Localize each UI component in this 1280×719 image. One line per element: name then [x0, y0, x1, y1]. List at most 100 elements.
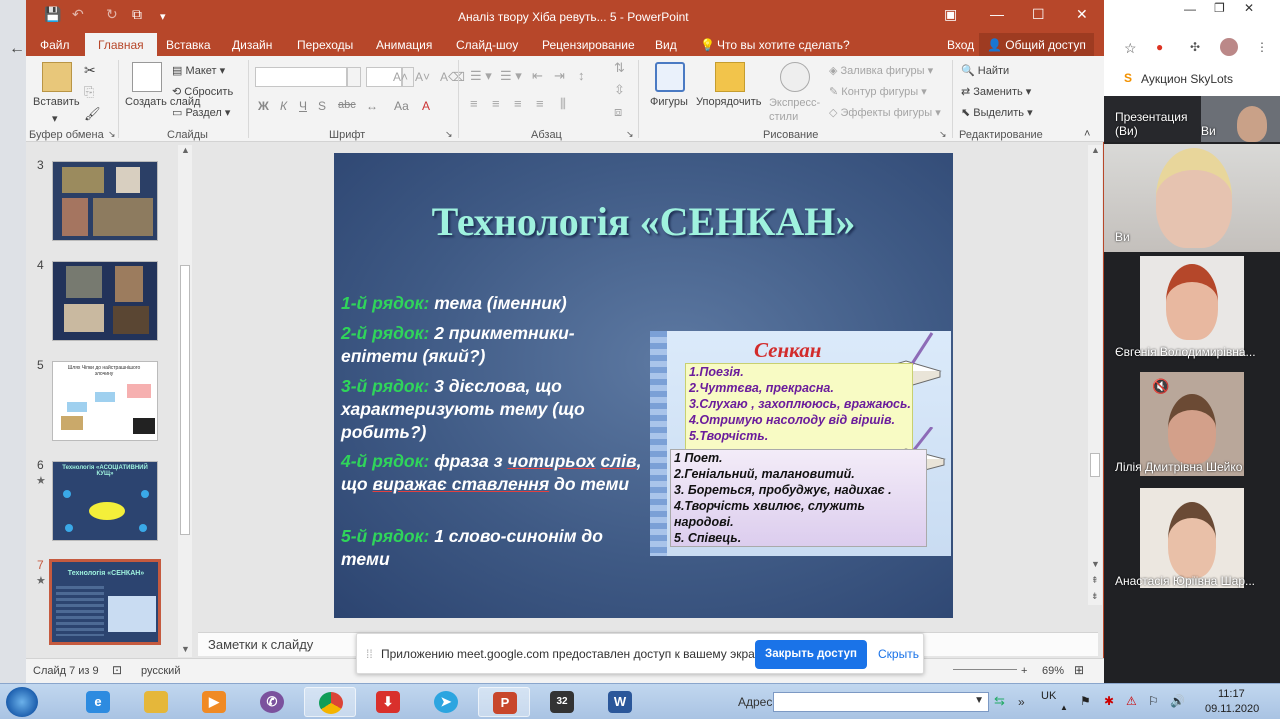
- shape-outline-button[interactable]: ✎ Контур фигуры ▾: [829, 85, 927, 98]
- quick-styles-icon[interactable]: [780, 62, 810, 92]
- line-spacing-icon[interactable]: ↕: [578, 68, 585, 83]
- change-case-button[interactable]: Аа: [394, 99, 409, 113]
- tab-slideshow[interactable]: Слайд-шоу: [456, 38, 518, 52]
- taskbar-download[interactable]: ⬇: [362, 687, 414, 717]
- scroll-up-icon[interactable]: ▲: [1091, 145, 1100, 155]
- increase-indent-icon[interactable]: ⇥: [554, 68, 565, 84]
- shadow-button[interactable]: S: [318, 99, 326, 113]
- grow-font-icon[interactable]: A˄: [393, 70, 408, 84]
- bold-button[interactable]: Ж: [258, 99, 269, 113]
- shapes-button[interactable]: Фигуры: [650, 96, 688, 108]
- taskbar-explorer[interactable]: [130, 687, 182, 717]
- next-slide-icon[interactable]: ⇟: [1091, 591, 1099, 602]
- zoom-level[interactable]: 69%: [1042, 665, 1064, 677]
- arrange-button[interactable]: Упорядочить: [696, 96, 761, 108]
- arrange-icon[interactable]: [715, 62, 745, 92]
- drawing-launcher-icon[interactable]: ↘: [939, 129, 947, 140]
- collapse-ribbon-icon[interactable]: ˄: [1084, 128, 1090, 140]
- layout-button[interactable]: ▤ Макет ▾: [172, 64, 225, 77]
- bullets-icon[interactable]: ☰ ▾: [470, 68, 492, 84]
- paste-button[interactable]: Вставить: [33, 96, 80, 108]
- scroll-up-icon[interactable]: ▲: [181, 145, 190, 155]
- format-painter-icon[interactable]: 🖌: [84, 106, 101, 122]
- bookmark-link[interactable]: Аукцион SkyLots: [1141, 72, 1233, 86]
- presentation-tile[interactable]: Презентация (Ви) Ви: [1104, 96, 1280, 142]
- new-slide-icon[interactable]: [132, 62, 162, 92]
- paste-dropdown-icon[interactable]: ▾: [52, 112, 58, 125]
- decrease-indent-icon[interactable]: ⇤: [532, 68, 543, 84]
- scroll-thumb[interactable]: [1090, 453, 1100, 477]
- numbering-icon[interactable]: ☰ ▾: [500, 68, 522, 84]
- taskbar-video-editor[interactable]: 32: [536, 687, 588, 717]
- show-hidden-icons-icon[interactable]: ▲: [1060, 703, 1068, 712]
- language-indicator[interactable]: UK: [1041, 690, 1056, 702]
- login-link[interactable]: Вход: [947, 38, 974, 52]
- previous-slide-icon[interactable]: ⇞: [1091, 575, 1099, 586]
- scroll-thumb[interactable]: [180, 265, 190, 535]
- text-direction-icon[interactable]: ⇅: [614, 60, 625, 76]
- thumbnail-scrollbar[interactable]: ▲ ▼: [178, 145, 192, 657]
- profile-avatar[interactable]: [1220, 38, 1238, 56]
- stop-sharing-button[interactable]: Закрыть доступ: [755, 640, 867, 669]
- quick-styles-button[interactable]: Экспресс-стили: [769, 96, 825, 124]
- volume-icon[interactable]: 🔊: [1170, 694, 1185, 708]
- align-left-icon[interactable]: ≡: [470, 96, 478, 111]
- star-bookmark-icon[interactable]: ☆: [1124, 40, 1137, 57]
- start-button-icon[interactable]: [6, 687, 38, 717]
- go-arrow-icon[interactable]: ⇆: [994, 693, 1005, 709]
- address-dropdown-icon[interactable]: ▼: [974, 695, 984, 706]
- font-launcher-icon[interactable]: ↘: [445, 129, 453, 140]
- reset-button[interactable]: ⟲ Сбросить: [172, 85, 233, 98]
- network-warning-icon[interactable]: ⚠: [1126, 694, 1137, 708]
- tab-view[interactable]: Вид: [655, 38, 677, 52]
- zoom-in-icon[interactable]: +: [1021, 665, 1027, 677]
- taskbar-ie[interactable]: e: [72, 687, 124, 717]
- thumbnail-slide-4[interactable]: [52, 261, 158, 341]
- tell-me-search[interactable]: Что вы хотите сделать?: [717, 38, 850, 52]
- language-indicator[interactable]: русский: [141, 665, 180, 677]
- strikethrough-button[interactable]: abc: [338, 99, 356, 111]
- window-minimize-icon[interactable]: —: [1184, 2, 1196, 16]
- align-text-icon[interactable]: ⇳: [614, 82, 625, 98]
- taskbar-chrome[interactable]: [304, 687, 356, 717]
- back-arrow-icon[interactable]: ←: [9, 40, 25, 58]
- window-restore-icon[interactable]: ❐: [1214, 1, 1225, 15]
- window-close-icon[interactable]: ✕: [1244, 1, 1254, 15]
- tab-design[interactable]: Дизайн: [232, 38, 272, 52]
- thumbnail-slide-3[interactable]: [52, 161, 158, 241]
- maximize-icon[interactable]: ☐: [1032, 6, 1045, 23]
- close-icon[interactable]: ✕: [1076, 6, 1088, 23]
- thumbnail-slide-5[interactable]: Шлях Чіпки до найстрашнішого злочину: [52, 361, 158, 441]
- tab-home[interactable]: Главная: [85, 33, 157, 56]
- thumbnail-slide-7[interactable]: Технологія «СЕНКАН»: [49, 559, 161, 645]
- smartart-icon[interactable]: ⧈: [614, 104, 622, 120]
- scroll-down-icon[interactable]: ▼: [181, 644, 190, 654]
- clock-date[interactable]: 09.11.2020: [1205, 703, 1259, 715]
- share-button[interactable]: 👤 Общий доступ: [979, 33, 1094, 56]
- font-name-dropdown-icon[interactable]: [347, 67, 361, 87]
- ribbon-display-icon[interactable]: ▣: [944, 6, 957, 23]
- shrink-font-icon[interactable]: A˅: [415, 70, 430, 84]
- align-right-icon[interactable]: ≡: [514, 96, 522, 111]
- tab-transitions[interactable]: Переходы: [297, 38, 353, 52]
- section-button[interactable]: ▭ Раздел ▾: [172, 106, 230, 119]
- redo-icon[interactable]: ↻: [106, 6, 118, 23]
- zoom-slider[interactable]: [953, 663, 1017, 675]
- customize-toolbar-icon[interactable]: ▾: [160, 10, 166, 23]
- spacing-icon[interactable]: ↔: [366, 99, 378, 113]
- hide-banner-link[interactable]: Скрыть: [878, 647, 919, 661]
- clear-format-icon[interactable]: A⌫: [440, 70, 465, 84]
- underline-button[interactable]: Ч: [299, 99, 307, 113]
- current-slide[interactable]: Технологія «СЕНКАН» 1-й рядок: тема (іме…: [334, 153, 953, 618]
- participant-tile[interactable]: Євгенія Володимирівна...: [1104, 256, 1280, 364]
- taskbar-powerpoint[interactable]: P: [478, 687, 530, 717]
- menu-icon[interactable]: ⋮: [1256, 40, 1268, 54]
- taskbar-telegram[interactable]: ➤: [420, 687, 472, 717]
- font-name-input[interactable]: [255, 67, 347, 87]
- italic-button[interactable]: К: [280, 99, 287, 113]
- taskbar-viber[interactable]: ✆: [246, 687, 298, 717]
- font-color-icon[interactable]: A: [422, 99, 430, 113]
- copy-icon[interactable]: ⎘: [84, 84, 94, 100]
- clock-time[interactable]: 11:17: [1218, 688, 1245, 700]
- flag-icon[interactable]: ⚐: [1148, 694, 1159, 708]
